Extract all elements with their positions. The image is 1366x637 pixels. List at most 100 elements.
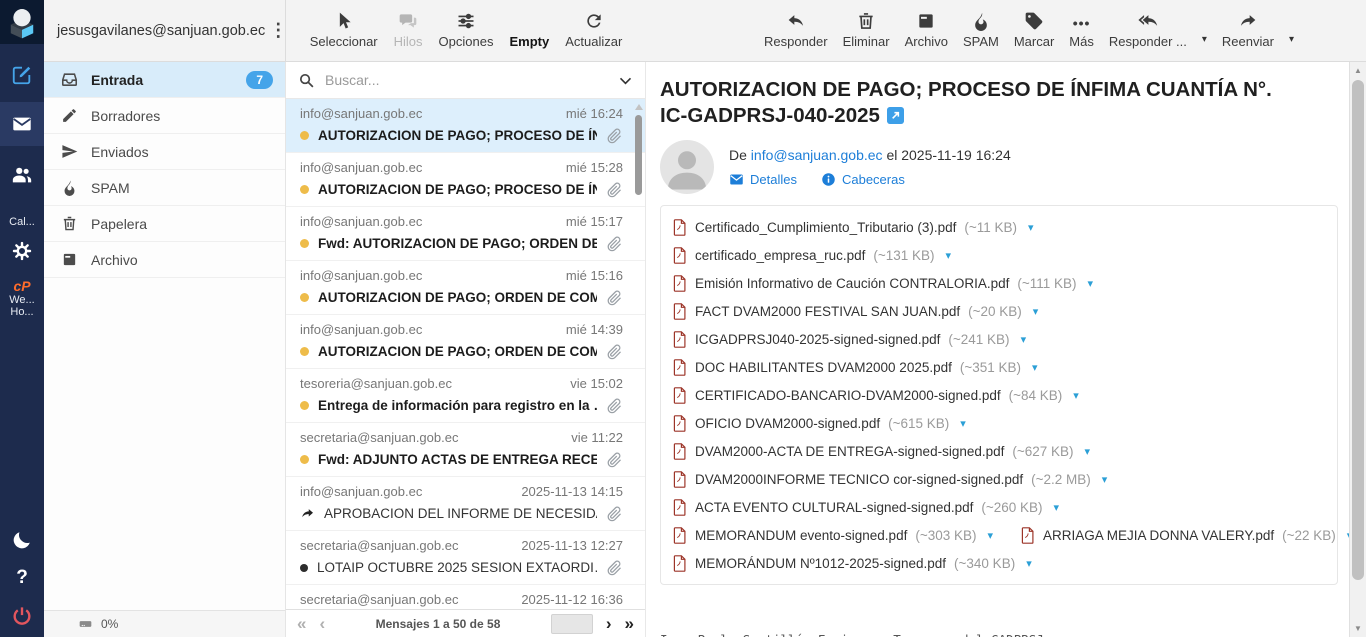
message-row[interactable]: info@sanjuan.gob.ecmié 15:17 Fwd: AUTORI… — [286, 207, 645, 261]
more-button[interactable]: ••• Más — [1069, 10, 1094, 61]
forward-menu-button[interactable]: ▾ — [1289, 34, 1294, 45]
cpanel-logo[interactable]: cP — [13, 278, 30, 294]
message-toolbar: Responder Eliminar Archivo — [646, 0, 1366, 61]
message-subject: AUTORIZACION DE PAGO; ORDEN DE COM… — [318, 290, 597, 305]
select-button[interactable]: Seleccionar — [310, 10, 378, 61]
sidebar-item-papelera[interactable]: Papelera — [44, 206, 285, 242]
attachment-menu-button[interactable]: ▾ — [1102, 473, 1108, 486]
first-page-icon: « — [297, 614, 306, 633]
sidebar-item-archivo[interactable]: Archivo — [44, 242, 285, 278]
attachment-menu-button[interactable]: ▾ — [1085, 445, 1091, 458]
attachment-item[interactable]: Emisión Informativo de Caución CONTRALOR… — [673, 275, 1093, 292]
empty-button[interactable]: Empty — [509, 10, 549, 61]
first-page-button[interactable]: « — [297, 615, 306, 632]
refresh-button[interactable]: Actualizar — [565, 10, 622, 61]
attachment-menu-button[interactable]: ▾ — [988, 529, 994, 542]
attachment-menu-button[interactable]: ▾ — [1021, 333, 1027, 346]
scrollbar-thumb[interactable] — [635, 115, 642, 195]
sidebar-item-enviados[interactable]: Enviados — [44, 134, 285, 170]
sidebar-item-spam[interactable]: SPAM — [44, 170, 285, 206]
attachment-menu-button[interactable]: ▾ — [1026, 557, 1032, 570]
attachment-item[interactable]: certificado_empresa_ruc.pdf(~131 KB)▾ — [673, 247, 951, 264]
attachment-item[interactable]: FACT DVAM2000 FESTIVAL SAN JUAN.pdf(~20 … — [673, 303, 1038, 320]
scroll-up-button[interactable]: ▲ — [1350, 62, 1366, 79]
archive-button[interactable]: Archivo — [905, 10, 948, 61]
compose-button[interactable] — [0, 56, 44, 94]
attachment-menu-button[interactable]: ▾ — [1073, 389, 1079, 402]
attachment-item[interactable]: ICGADPRSJ040-2025-signed-signed.pdf(~241… — [673, 331, 1026, 348]
attachment-item[interactable]: MEMORÁNDUM Nº1012-2025-signed.pdf(~340 K… — [673, 555, 1032, 572]
search-scope-button[interactable] — [618, 73, 633, 88]
attachment-item[interactable]: OFICIO DVAM2000-signed.pdf(~615 KB)▾ — [673, 415, 966, 432]
sidebar-item-entrada[interactable]: Entrada 7 — [44, 62, 285, 98]
from-email-link[interactable]: info@sanjuan.gob.ec — [751, 147, 883, 163]
attachment-item[interactable]: MEMORANDUM evento-signed.pdf(~303 KB)▾ — [673, 527, 993, 544]
scrollbar-thumb[interactable] — [1352, 80, 1364, 580]
settings-button[interactable] — [0, 232, 44, 270]
message-row[interactable]: info@sanjuan.gob.ecmié 15:28 AUTORIZACIO… — [286, 153, 645, 207]
attachment-item[interactable]: DVAM2000INFORME TECNICO cor-signed-signe… — [673, 471, 1107, 488]
spam-button[interactable]: SPAM — [963, 10, 999, 61]
open-in-new-window-button[interactable] — [887, 105, 904, 122]
last-page-button[interactable]: » — [625, 615, 634, 632]
reply-button[interactable]: Responder — [764, 10, 828, 61]
prev-page-button[interactable]: ‹ — [319, 615, 325, 632]
message-sender: info@sanjuan.gob.ec — [300, 322, 422, 337]
attachment-item[interactable]: Certificado_Cumplimiento_Tributario (3).… — [673, 219, 1034, 236]
unread-dot-icon — [300, 185, 309, 194]
message-sender: info@sanjuan.gob.ec — [300, 160, 422, 175]
message-row[interactable]: info@sanjuan.gob.ecmié 15:16 AUTORIZACIO… — [286, 261, 645, 315]
attachment-item[interactable]: CERTIFICADO-BANCARIO-DVAM2000-signed.pdf… — [673, 387, 1079, 404]
calendar-label[interactable]: Cal... — [0, 216, 44, 228]
webmail-home-label-2[interactable]: Ho... — [0, 306, 44, 318]
search-input[interactable] — [325, 72, 608, 88]
attachment-item[interactable]: ACTA EVENTO CULTURAL-signed-signed.pdf(~… — [673, 499, 1059, 516]
headers-link[interactable]: Cabeceras — [821, 172, 905, 187]
dark-mode-button[interactable] — [0, 521, 44, 559]
details-link[interactable]: Detalles — [729, 172, 797, 187]
message-row[interactable]: info@sanjuan.gob.ecmié 16:24 AUTORIZACIO… — [286, 99, 645, 153]
attachment-menu-button[interactable]: ▾ — [1088, 277, 1094, 290]
message-view-scrollbar[interactable]: ▲ ▼ — [1349, 62, 1366, 637]
message-row[interactable]: info@sanjuan.gob.ec2025-11-13 14:15 APRO… — [286, 477, 645, 531]
attachment-menu-button[interactable]: ▾ — [1054, 501, 1060, 514]
logout-button[interactable] — [0, 597, 44, 635]
help-button[interactable]: ? — [0, 559, 44, 597]
caret-down-icon: ▾ — [1202, 34, 1207, 45]
reply-all-button[interactable]: Responder ... — [1109, 10, 1187, 61]
sidebar-item-borradores[interactable]: Borradores — [44, 98, 285, 134]
attachment-menu-button[interactable]: ▾ — [946, 249, 952, 262]
message-row[interactable]: secretaria@sanjuan.gob.ec2025-11-13 12:2… — [286, 531, 645, 585]
attachment-name: CERTIFICADO-BANCARIO-DVAM2000-signed.pdf — [695, 388, 1001, 403]
reply-all-menu-button[interactable]: ▾ — [1202, 34, 1207, 45]
attachment-menu-button[interactable]: ▾ — [1032, 361, 1038, 374]
page-input[interactable] — [551, 614, 593, 634]
folder-label: SPAM — [91, 180, 130, 196]
message-list-scrollbar[interactable] — [634, 104, 643, 195]
attachment-item[interactable]: DOC HABILITANTES DVAM2000 2025.pdf(~351 … — [673, 359, 1038, 376]
sliders-icon — [456, 10, 476, 31]
options-button[interactable]: Opciones — [439, 10, 494, 61]
scroll-up-icon[interactable] — [635, 104, 643, 110]
details-label: Detalles — [750, 172, 797, 187]
attachment-menu-button[interactable]: ▾ — [960, 417, 966, 430]
message-row[interactable]: tesoreria@sanjuan.gob.ecvie 15:02 Entreg… — [286, 369, 645, 423]
attachment-name: ARRIAGA MEJIA DONNA VALERY.pdf — [1043, 528, 1274, 543]
message-row[interactable]: secretaria@sanjuan.gob.ecvie 11:22 Fwd: … — [286, 423, 645, 477]
mail-nav-button[interactable] — [0, 102, 44, 146]
attachment-item[interactable]: ARRIAGA MEJIA DONNA VALERY.pdf(~22 KB)▾ — [1021, 527, 1349, 544]
mark-button[interactable]: Marcar — [1014, 10, 1054, 61]
webmail-home-label-1[interactable]: We... — [0, 294, 44, 306]
attachment-menu-button[interactable]: ▾ — [1033, 305, 1039, 318]
attachment-menu-button[interactable]: ▾ — [1028, 221, 1034, 234]
next-page-button[interactable]: › — [606, 615, 612, 632]
message-row[interactable]: secretaria@sanjuan.gob.ec2025-11-12 16:3… — [286, 585, 645, 609]
forward-button[interactable]: Reenviar — [1222, 10, 1274, 61]
contacts-button[interactable] — [0, 156, 44, 194]
message-row[interactable]: info@sanjuan.gob.ecmié 14:39 AUTORIZACIO… — [286, 315, 645, 369]
scroll-down-button[interactable]: ▼ — [1350, 620, 1366, 637]
delete-button[interactable]: Eliminar — [843, 10, 890, 61]
threads-button[interactable]: Hilos — [394, 10, 423, 61]
attachment-item[interactable]: DVAM2000-ACTA DE ENTREGA-signed-signed.p… — [673, 443, 1090, 460]
attachment-name: MEMORÁNDUM Nº1012-2025-signed.pdf — [695, 556, 946, 571]
